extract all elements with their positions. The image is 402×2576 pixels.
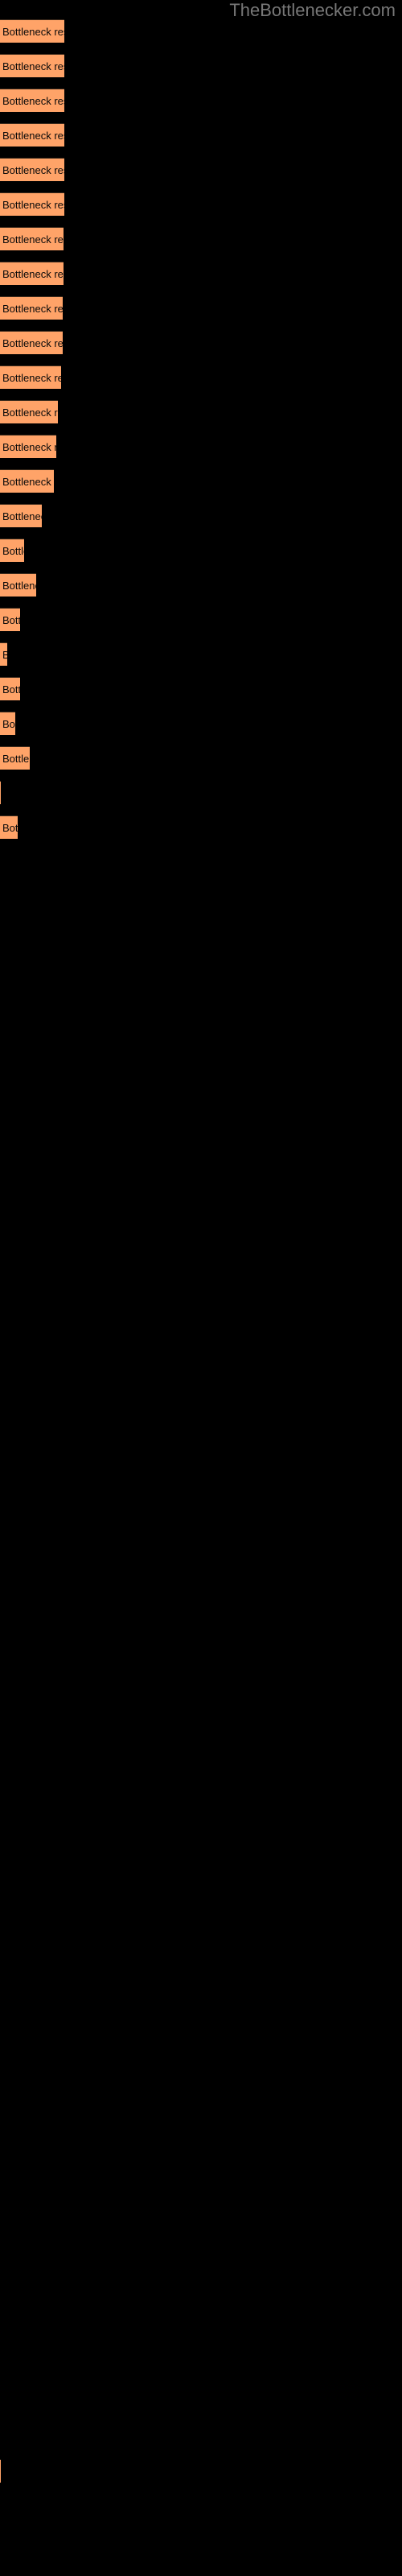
bar-label: Bottleneck result [2,822,18,834]
bar-label: Bottleneck result [2,476,54,488]
bar-label: Bottleneck result [2,372,61,384]
bottleneck-result-bar[interactable]: Bottleneck result [0,504,42,527]
bottleneck-result-bar[interactable]: Bottleneck result [0,192,64,216]
bottleneck-result-bar[interactable]: Bottleneck result [0,365,61,389]
bar-label: Bottleneck result [2,130,64,142]
bottleneck-result-bar[interactable]: Bottleneck result [0,781,1,804]
bar-label: Bottleneck result [2,580,36,592]
bottleneck-result-bar[interactable]: Bottleneck result [0,54,64,77]
bar-label: Bottleneck result [2,718,15,730]
bottleneck-result-bar[interactable]: Bottleneck result [0,400,58,423]
bottleneck-result-bar[interactable]: Bottleneck result [0,573,36,597]
bottleneck-result-bar[interactable]: Bottleneck result [0,642,7,666]
page-root: TheBottlenecker.com Bottleneck resultBot… [0,0,402,2576]
bottleneck-result-bar[interactable]: Bottleneck result [0,123,64,147]
bottleneck-result-bar[interactable]: Bottleneck result [0,296,63,320]
bar-label: Bottleneck result [2,26,64,38]
bottleneck-result-bar[interactable]: Bottleneck result [0,158,64,181]
bottleneck-result-bar[interactable]: Bottleneck result [0,712,15,735]
bottleneck-bar-chart: Bottleneck result Bottleneck result Bottle… [0,0,402,2576]
bar-label: Bottleneck result [2,646,7,663]
bottleneck-result-bar[interactable]: Bottleneck result [0,435,56,458]
bar-label: Bottleneck result [2,268,64,280]
bar-label: Bottleneck result [2,95,64,107]
bar-label: Bottleneck result [2,337,63,349]
bar-label: Bottleneck result [2,510,42,522]
bar-label: Bottleneck result [2,233,64,246]
bar-label: Bottleneck result [2,60,64,72]
bar-label: Bottleneck result [2,441,56,453]
bar-label: Bottleneck result [2,683,20,696]
bar-label: Bottleneck result [2,753,30,765]
bottleneck-result-bar[interactable]: Bottleneck result [0,815,18,839]
bottleneck-result-bar[interactable]: Bottleneck result [0,89,64,112]
bottleneck-result-bar[interactable]: Bottleneck result [0,19,64,43]
bottleneck-result-bar[interactable]: Bottleneck result [0,227,64,250]
bar-label: Bottleneck result [2,614,20,626]
bottleneck-result-bar[interactable]: Bottleneck result [0,677,20,700]
bottleneck-result-bar[interactable]: Bottleneck result [0,746,30,770]
bar-label: Bottleneck result [2,303,63,315]
bottleneck-result-bar[interactable]: Bottleneck result [0,331,63,354]
bar-label: Bottleneck result [2,545,24,557]
bar-label: Bottleneck result [2,407,58,419]
bar-label: Bottleneck result [2,164,64,176]
bottleneck-result-bar[interactable]: Bottleneck result [0,608,20,631]
bottleneck-result-bar[interactable]: Bottleneck result [0,469,54,493]
bottleneck-result-bar[interactable]: Bottleneck result [0,2459,1,2483]
bottleneck-result-bar[interactable]: Bottleneck result [0,539,24,562]
bar-label: Bottleneck result [2,199,64,211]
bottleneck-result-bar[interactable]: Bottleneck result [0,262,64,285]
